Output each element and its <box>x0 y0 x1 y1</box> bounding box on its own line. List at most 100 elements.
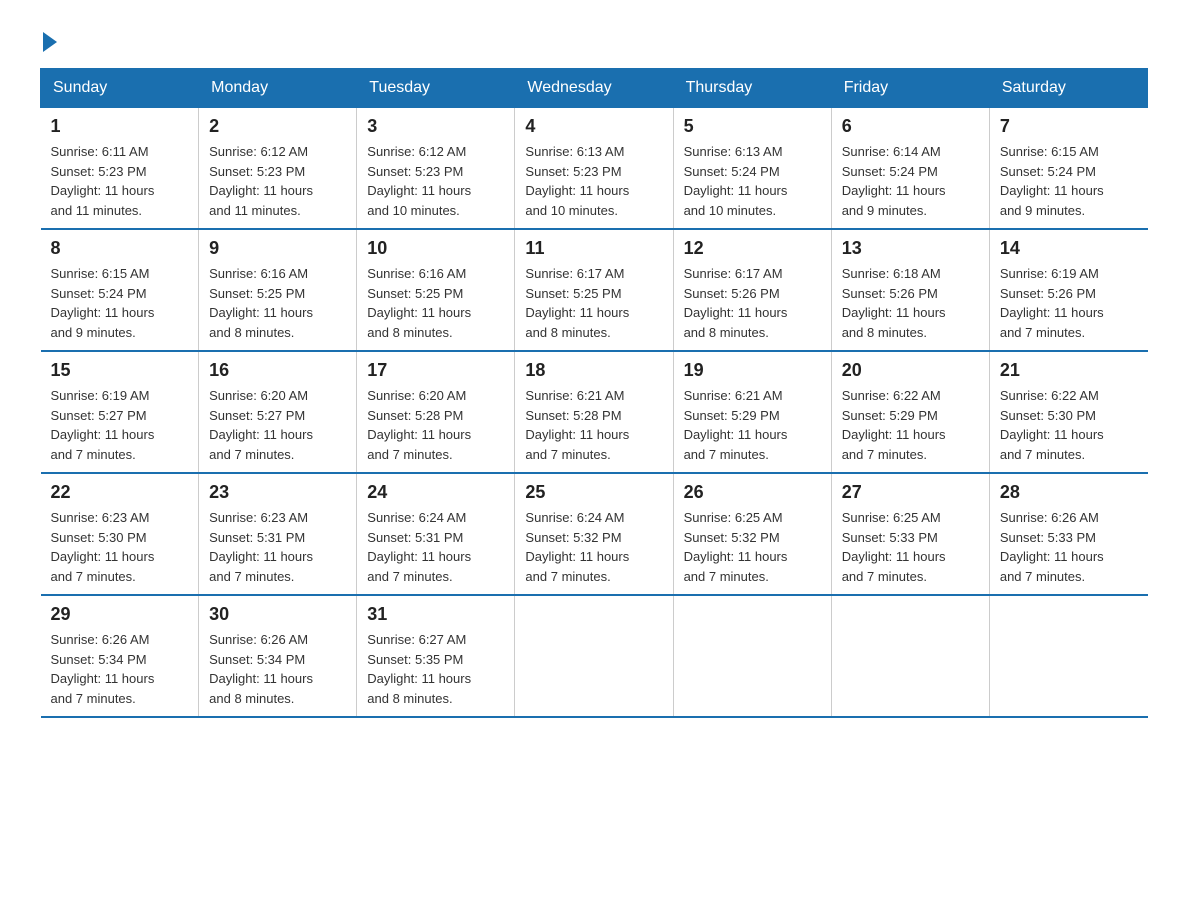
day-info: Sunrise: 6:26 AM Sunset: 5:34 PM Dayligh… <box>209 630 346 708</box>
day-number: 8 <box>51 238 189 259</box>
day-info: Sunrise: 6:18 AM Sunset: 5:26 PM Dayligh… <box>842 264 979 342</box>
day-number: 4 <box>525 116 662 137</box>
calendar-cell: 28 Sunrise: 6:26 AM Sunset: 5:33 PM Dayl… <box>989 473 1147 595</box>
header-saturday: Saturday <box>989 69 1147 108</box>
day-info: Sunrise: 6:11 AM Sunset: 5:23 PM Dayligh… <box>51 142 189 220</box>
calendar-cell: 22 Sunrise: 6:23 AM Sunset: 5:30 PM Dayl… <box>41 473 199 595</box>
day-info: Sunrise: 6:22 AM Sunset: 5:29 PM Dayligh… <box>842 386 979 464</box>
day-number: 25 <box>525 482 662 503</box>
day-number: 3 <box>367 116 504 137</box>
day-info: Sunrise: 6:12 AM Sunset: 5:23 PM Dayligh… <box>209 142 346 220</box>
calendar-cell: 19 Sunrise: 6:21 AM Sunset: 5:29 PM Dayl… <box>673 351 831 473</box>
day-number: 2 <box>209 116 346 137</box>
calendar-cell: 30 Sunrise: 6:26 AM Sunset: 5:34 PM Dayl… <box>199 595 357 717</box>
day-info: Sunrise: 6:12 AM Sunset: 5:23 PM Dayligh… <box>367 142 504 220</box>
day-info: Sunrise: 6:25 AM Sunset: 5:32 PM Dayligh… <box>684 508 821 586</box>
calendar-cell: 29 Sunrise: 6:26 AM Sunset: 5:34 PM Dayl… <box>41 595 199 717</box>
calendar-cell <box>673 595 831 717</box>
calendar-cell: 8 Sunrise: 6:15 AM Sunset: 5:24 PM Dayli… <box>41 229 199 351</box>
calendar-cell: 31 Sunrise: 6:27 AM Sunset: 5:35 PM Dayl… <box>357 595 515 717</box>
calendar-table: SundayMondayTuesdayWednesdayThursdayFrid… <box>40 68 1148 718</box>
week-row-1: 1 Sunrise: 6:11 AM Sunset: 5:23 PM Dayli… <box>41 108 1148 230</box>
calendar-cell: 26 Sunrise: 6:25 AM Sunset: 5:32 PM Dayl… <box>673 473 831 595</box>
day-number: 18 <box>525 360 662 381</box>
day-number: 23 <box>209 482 346 503</box>
calendar-cell: 24 Sunrise: 6:24 AM Sunset: 5:31 PM Dayl… <box>357 473 515 595</box>
calendar-cell: 16 Sunrise: 6:20 AM Sunset: 5:27 PM Dayl… <box>199 351 357 473</box>
day-number: 11 <box>525 238 662 259</box>
day-info: Sunrise: 6:23 AM Sunset: 5:30 PM Dayligh… <box>51 508 189 586</box>
day-info: Sunrise: 6:13 AM Sunset: 5:24 PM Dayligh… <box>684 142 821 220</box>
day-info: Sunrise: 6:25 AM Sunset: 5:33 PM Dayligh… <box>842 508 979 586</box>
day-info: Sunrise: 6:15 AM Sunset: 5:24 PM Dayligh… <box>1000 142 1138 220</box>
day-number: 6 <box>842 116 979 137</box>
day-number: 21 <box>1000 360 1138 381</box>
header-tuesday: Tuesday <box>357 69 515 108</box>
calendar-cell: 17 Sunrise: 6:20 AM Sunset: 5:28 PM Dayl… <box>357 351 515 473</box>
calendar-cell: 10 Sunrise: 6:16 AM Sunset: 5:25 PM Dayl… <box>357 229 515 351</box>
day-number: 19 <box>684 360 821 381</box>
header-sunday: Sunday <box>41 69 199 108</box>
day-number: 26 <box>684 482 821 503</box>
calendar-cell: 15 Sunrise: 6:19 AM Sunset: 5:27 PM Dayl… <box>41 351 199 473</box>
day-info: Sunrise: 6:17 AM Sunset: 5:26 PM Dayligh… <box>684 264 821 342</box>
day-number: 22 <box>51 482 189 503</box>
day-number: 5 <box>684 116 821 137</box>
day-info: Sunrise: 6:16 AM Sunset: 5:25 PM Dayligh… <box>367 264 504 342</box>
week-row-4: 22 Sunrise: 6:23 AM Sunset: 5:30 PM Dayl… <box>41 473 1148 595</box>
day-info: Sunrise: 6:22 AM Sunset: 5:30 PM Dayligh… <box>1000 386 1138 464</box>
header-friday: Friday <box>831 69 989 108</box>
calendar-cell: 12 Sunrise: 6:17 AM Sunset: 5:26 PM Dayl… <box>673 229 831 351</box>
day-number: 10 <box>367 238 504 259</box>
day-number: 15 <box>51 360 189 381</box>
day-number: 30 <box>209 604 346 625</box>
day-number: 7 <box>1000 116 1138 137</box>
header-monday: Monday <box>199 69 357 108</box>
calendar-cell: 9 Sunrise: 6:16 AM Sunset: 5:25 PM Dayli… <box>199 229 357 351</box>
page-header <box>40 30 1148 48</box>
logo-triangle-icon <box>43 32 57 52</box>
day-number: 31 <box>367 604 504 625</box>
day-number: 29 <box>51 604 189 625</box>
day-info: Sunrise: 6:23 AM Sunset: 5:31 PM Dayligh… <box>209 508 346 586</box>
day-info: Sunrise: 6:21 AM Sunset: 5:28 PM Dayligh… <box>525 386 662 464</box>
calendar-cell: 27 Sunrise: 6:25 AM Sunset: 5:33 PM Dayl… <box>831 473 989 595</box>
calendar-cell <box>831 595 989 717</box>
week-row-3: 15 Sunrise: 6:19 AM Sunset: 5:27 PM Dayl… <box>41 351 1148 473</box>
calendar-cell: 7 Sunrise: 6:15 AM Sunset: 5:24 PM Dayli… <box>989 108 1147 230</box>
day-info: Sunrise: 6:24 AM Sunset: 5:31 PM Dayligh… <box>367 508 504 586</box>
day-number: 16 <box>209 360 346 381</box>
calendar-cell <box>515 595 673 717</box>
calendar-cell: 21 Sunrise: 6:22 AM Sunset: 5:30 PM Dayl… <box>989 351 1147 473</box>
calendar-cell: 11 Sunrise: 6:17 AM Sunset: 5:25 PM Dayl… <box>515 229 673 351</box>
day-info: Sunrise: 6:21 AM Sunset: 5:29 PM Dayligh… <box>684 386 821 464</box>
day-number: 24 <box>367 482 504 503</box>
calendar-cell <box>989 595 1147 717</box>
week-row-2: 8 Sunrise: 6:15 AM Sunset: 5:24 PM Dayli… <box>41 229 1148 351</box>
header-thursday: Thursday <box>673 69 831 108</box>
calendar-cell: 6 Sunrise: 6:14 AM Sunset: 5:24 PM Dayli… <box>831 108 989 230</box>
day-info: Sunrise: 6:13 AM Sunset: 5:23 PM Dayligh… <box>525 142 662 220</box>
logo <box>40 30 57 48</box>
calendar-cell: 13 Sunrise: 6:18 AM Sunset: 5:26 PM Dayl… <box>831 229 989 351</box>
day-info: Sunrise: 6:19 AM Sunset: 5:26 PM Dayligh… <box>1000 264 1138 342</box>
week-row-5: 29 Sunrise: 6:26 AM Sunset: 5:34 PM Dayl… <box>41 595 1148 717</box>
day-number: 20 <box>842 360 979 381</box>
calendar-cell: 25 Sunrise: 6:24 AM Sunset: 5:32 PM Dayl… <box>515 473 673 595</box>
calendar-cell: 14 Sunrise: 6:19 AM Sunset: 5:26 PM Dayl… <box>989 229 1147 351</box>
day-info: Sunrise: 6:14 AM Sunset: 5:24 PM Dayligh… <box>842 142 979 220</box>
calendar-cell: 3 Sunrise: 6:12 AM Sunset: 5:23 PM Dayli… <box>357 108 515 230</box>
day-info: Sunrise: 6:20 AM Sunset: 5:28 PM Dayligh… <box>367 386 504 464</box>
day-info: Sunrise: 6:19 AM Sunset: 5:27 PM Dayligh… <box>51 386 189 464</box>
day-number: 9 <box>209 238 346 259</box>
day-number: 1 <box>51 116 189 137</box>
day-info: Sunrise: 6:16 AM Sunset: 5:25 PM Dayligh… <box>209 264 346 342</box>
day-info: Sunrise: 6:26 AM Sunset: 5:34 PM Dayligh… <box>51 630 189 708</box>
calendar-cell: 23 Sunrise: 6:23 AM Sunset: 5:31 PM Dayl… <box>199 473 357 595</box>
calendar-cell: 1 Sunrise: 6:11 AM Sunset: 5:23 PM Dayli… <box>41 108 199 230</box>
calendar-header-row: SundayMondayTuesdayWednesdayThursdayFrid… <box>41 69 1148 108</box>
day-info: Sunrise: 6:17 AM Sunset: 5:25 PM Dayligh… <box>525 264 662 342</box>
header-wednesday: Wednesday <box>515 69 673 108</box>
day-number: 27 <box>842 482 979 503</box>
calendar-cell: 2 Sunrise: 6:12 AM Sunset: 5:23 PM Dayli… <box>199 108 357 230</box>
